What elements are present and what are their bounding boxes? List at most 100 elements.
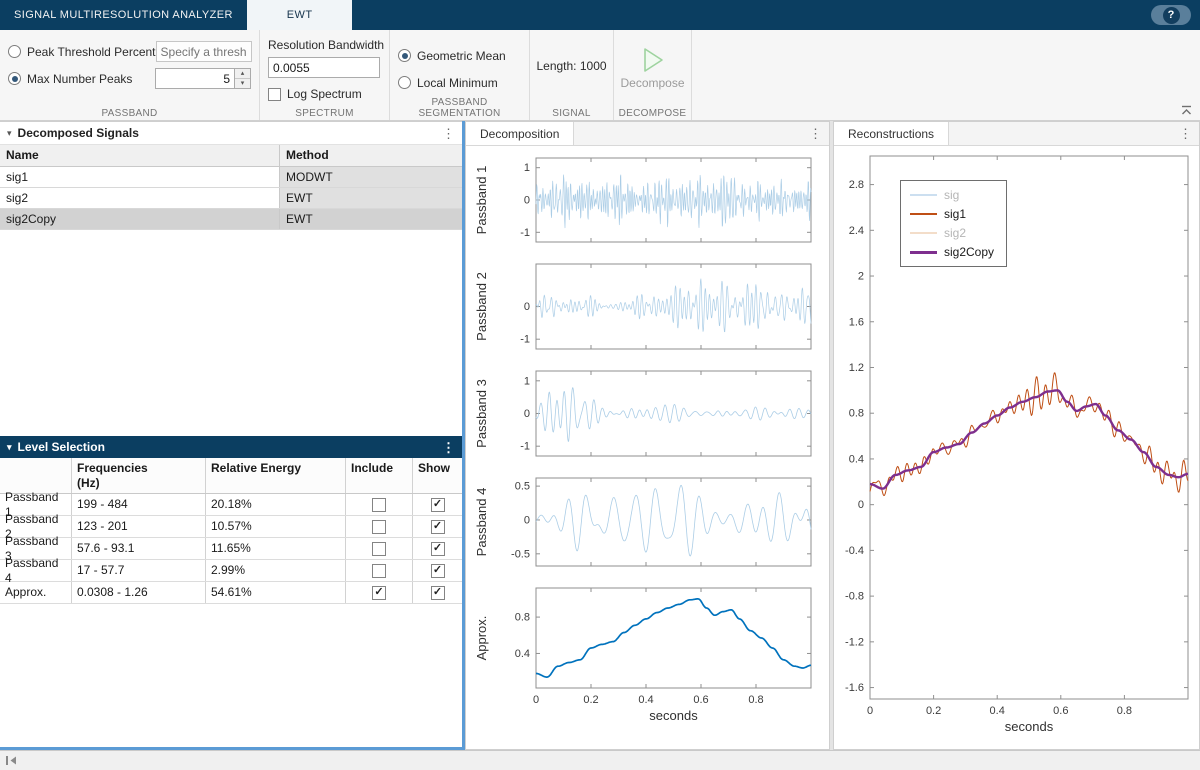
level-row-passband1[interactable]: Passband 1 199 - 484 20.18%	[0, 494, 462, 516]
tab-menu-icon[interactable]: ⋮	[1179, 126, 1192, 142]
tab-signal-multiresolution-analyzer[interactable]: SIGNAL MULTIRESOLUTION ANALYZER	[0, 0, 247, 30]
collapse-triangle-icon[interactable]: ▾	[7, 128, 12, 139]
svg-text:Passband 4: Passband 4	[474, 488, 489, 557]
level-row-passband3[interactable]: Passband 3 57.6 - 93.1 11.65%	[0, 538, 462, 560]
signal-name-cell[interactable]: sig1	[0, 167, 280, 187]
spinner-up-icon[interactable]: ▴	[235, 69, 250, 78]
passband2-plot: 0-1Passband 2	[466, 254, 829, 361]
legend-entry-sig2Copy[interactable]: sig2Copy	[910, 244, 994, 260]
svg-text:Passband 1: Passband 1	[474, 166, 489, 235]
include-checkbox[interactable]	[372, 564, 386, 578]
passband3-chart[interactable]: 10-1Passband 3	[466, 361, 829, 468]
show-checkbox[interactable]	[431, 542, 445, 556]
spectrum-section: Resolution Bandwidth Log Spectrum SPECTR…	[260, 30, 390, 120]
tab-reconstructions[interactable]: Reconstructions	[834, 122, 949, 145]
decomposition-charts: 10-1Passband 1 0-1Passband 2 10-1Passban…	[466, 146, 829, 749]
level-row-approx[interactable]: Approx. 0.0308 - 1.26 54.61%	[0, 582, 462, 604]
svg-text:0.6: 0.6	[1053, 705, 1068, 717]
svg-text:0: 0	[524, 408, 530, 420]
level-row-passband2[interactable]: Passband 2 123 - 201 10.57%	[0, 516, 462, 538]
svg-text:0: 0	[524, 195, 530, 207]
legend-entry-sig2[interactable]: sig2	[910, 225, 994, 241]
legend-line-sample	[910, 213, 937, 215]
decompose-button[interactable]: Decompose	[622, 37, 683, 99]
level-energy-cell: 54.61%	[206, 582, 346, 603]
passband2-chart[interactable]: 0-1Passband 2	[466, 254, 829, 361]
svg-text:1.2: 1.2	[849, 362, 864, 374]
signal-section-label: SIGNAL	[530, 108, 613, 119]
resolution-bandwidth-input[interactable]	[268, 57, 380, 78]
max-peaks-input[interactable]	[155, 68, 234, 89]
tab-decomposition[interactable]: Decomposition	[466, 122, 574, 145]
include-checkbox[interactable]	[372, 586, 386, 600]
log-spectrum-checkbox[interactable]	[268, 88, 281, 101]
svg-text:-1: -1	[520, 441, 530, 453]
svg-text:2.4: 2.4	[849, 225, 864, 237]
collapse-toolstrip-icon	[1180, 105, 1193, 116]
reconstructions-chart[interactable]: 2.82.421.61.20.80.40-0.4-0.8-1.2-1.600.2…	[834, 146, 1199, 749]
app-window: SIGNAL MULTIRESOLUTION ANALYZER EWT ? Pe…	[0, 0, 1200, 770]
show-checkbox[interactable]	[431, 498, 445, 512]
legend-entry-sig1[interactable]: sig1	[910, 206, 994, 222]
minimize-toolstrip-button[interactable]	[1180, 105, 1193, 116]
svg-text:-1: -1	[520, 227, 530, 239]
relative-energy-column-header: Relative Energy	[206, 458, 346, 493]
show-checkbox[interactable]	[431, 520, 445, 534]
peak-threshold-radio[interactable]	[8, 45, 21, 58]
legend-label: sig2Copy	[944, 245, 994, 259]
passband4-chart[interactable]: 0.50-0.5Passband 4	[466, 468, 829, 578]
max-peaks-spinner[interactable]: ▴ ▾	[234, 68, 251, 89]
tab-ewt[interactable]: EWT	[247, 0, 353, 30]
help-button[interactable]: ?	[1151, 5, 1191, 25]
spinner-down-icon[interactable]: ▾	[235, 78, 250, 88]
include-checkbox[interactable]	[372, 498, 386, 512]
include-checkbox[interactable]	[372, 520, 386, 534]
signal-row-sig1[interactable]: sig1 MODWT	[0, 167, 462, 188]
show-checkbox[interactable]	[431, 586, 445, 600]
legend-line-sample	[910, 194, 937, 196]
svg-text:Approx.: Approx.	[474, 616, 489, 661]
signal-row-sig2[interactable]: sig2 EWT	[0, 188, 462, 209]
panel-menu-icon[interactable]: ⋮	[442, 441, 455, 454]
level-frequencies-cell: 199 - 484	[72, 494, 206, 515]
level-selection-header[interactable]: ▾ Level Selection ⋮	[0, 436, 462, 458]
geometric-mean-label: Geometric Mean	[417, 49, 506, 63]
collapse-panel-button[interactable]	[4, 754, 19, 767]
passband-segmentation-section: Geometric Mean Local Minimum PASSBAND SE…	[390, 30, 530, 120]
segmentation-section-label: PASSBAND SEGMENTATION	[390, 97, 529, 119]
decomposed-signals-panel: ▾ Decomposed Signals ⋮ Name Method sig1 …	[0, 121, 462, 747]
show-checkbox[interactable]	[431, 564, 445, 578]
svg-text:2.8: 2.8	[849, 179, 864, 191]
approx-chart[interactable]: 0.80.400.20.40.60.8secondsApprox.	[466, 578, 829, 740]
spectrum-section-label: SPECTRUM	[260, 108, 389, 119]
legend-line-sample	[910, 232, 937, 234]
toolstrip: Peak Threshold Percent Max Number Peaks …	[0, 30, 1200, 121]
panel-menu-icon[interactable]: ⋮	[442, 127, 455, 140]
svg-text:0: 0	[858, 499, 864, 511]
geometric-mean-radio[interactable]	[398, 49, 411, 62]
toolstrip-tab-bar: SIGNAL MULTIRESOLUTION ANALYZER EWT ?	[0, 0, 1200, 30]
collapse-triangle-icon[interactable]: ▾	[7, 442, 12, 453]
svg-text:Passband 3: Passband 3	[474, 379, 489, 448]
log-spectrum-label: Log Spectrum	[287, 87, 362, 101]
signal-name-cell[interactable]: sig2	[0, 188, 280, 208]
plot-legend[interactable]: sig sig1 sig2 sig2Copy	[900, 180, 1007, 267]
level-energy-cell: 10.57%	[206, 516, 346, 537]
decompose-button-label: Decompose	[620, 76, 684, 90]
level-row-passband4[interactable]: Passband 4 17 - 57.7 2.99%	[0, 560, 462, 582]
tab-menu-icon[interactable]: ⋮	[809, 126, 822, 142]
legend-label: sig	[944, 188, 959, 202]
max-peaks-radio[interactable]	[8, 72, 21, 85]
signal-method-cell: EWT	[280, 209, 462, 229]
legend-entry-sig[interactable]: sig	[910, 187, 994, 203]
passband1-chart[interactable]: 10-1Passband 1	[466, 148, 829, 254]
signal-row-sig2copy[interactable]: sig2Copy EWT	[0, 209, 462, 230]
svg-text:0.4: 0.4	[990, 705, 1005, 717]
decomposed-signals-header[interactable]: ▾ Decomposed Signals ⋮	[0, 122, 462, 145]
decompose-section: Decompose DECOMPOSE	[614, 30, 692, 120]
level-name-cell: Passband 4	[0, 560, 72, 581]
include-checkbox[interactable]	[372, 542, 386, 556]
svg-text:-0.5: -0.5	[511, 548, 530, 560]
local-minimum-radio[interactable]	[398, 76, 411, 89]
signal-name-cell[interactable]: sig2Copy	[0, 209, 280, 229]
